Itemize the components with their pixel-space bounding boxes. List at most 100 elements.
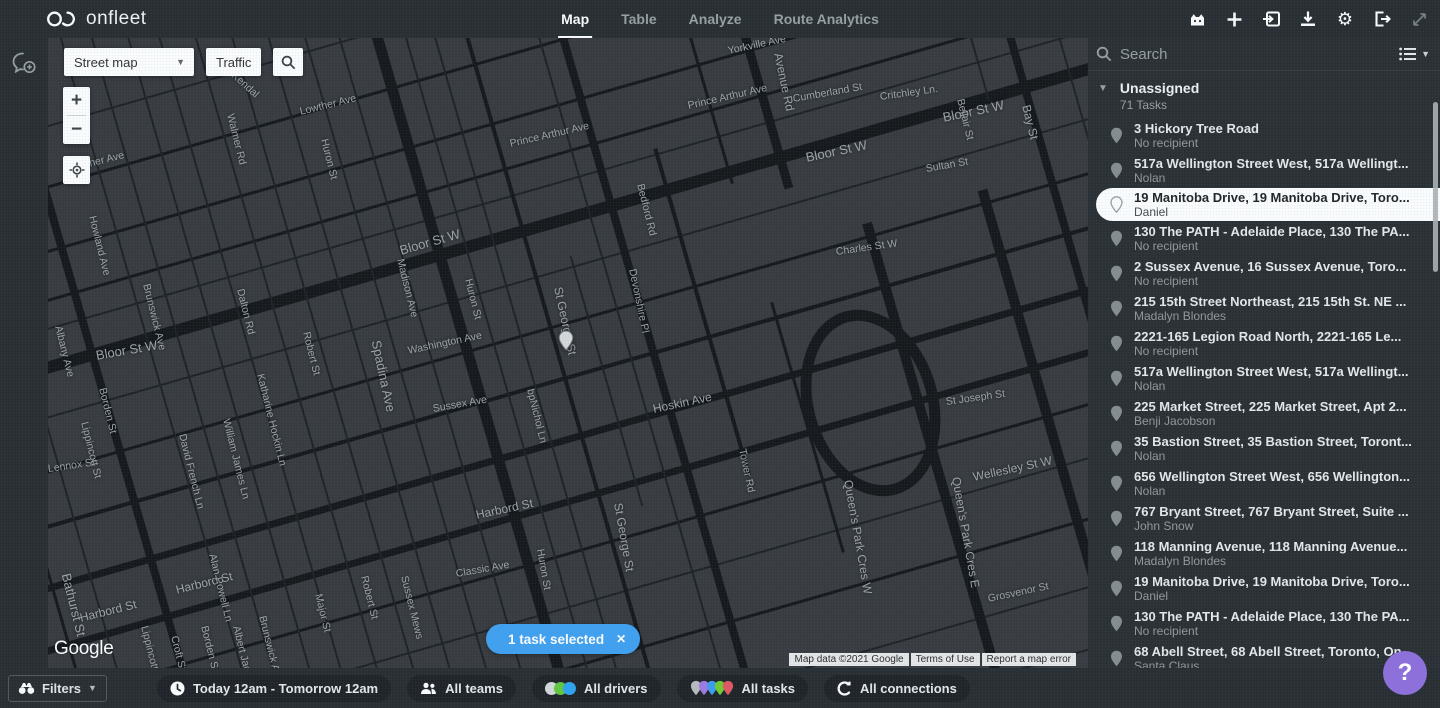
task-row[interactable]: 517a Wellington Street West, 517a Wellin… [1088,153,1440,188]
task-recipient: Benji Jacobson [1134,414,1426,428]
task-recipient: No recipient [1134,136,1426,150]
task-row[interactable]: 225 Market Street, 225 Market Street, Ap… [1088,396,1440,431]
group-name: Unassigned [1120,80,1199,96]
task-pins-icon [690,680,734,696]
task-recipient: No recipient [1134,344,1426,358]
teams-filter[interactable]: All teams [407,675,516,702]
logo-text: onfleet [86,8,147,30]
task-title: 68 Abell Street, 68 Abell Street, Toront… [1134,644,1426,659]
list-view-icon [1399,47,1417,61]
onfleet-logo[interactable]: onfleet [45,8,147,30]
task-pin-icon [1110,440,1123,457]
import-tasks-icon[interactable] [1260,8,1282,30]
report-map-error-link[interactable]: Report a map error [982,653,1076,666]
topbar-actions: ⚙ [1186,0,1430,38]
task-title: 656 Wellington Street West, 656 Wellingt… [1134,469,1426,484]
create-task-icon[interactable] [1223,8,1245,30]
my-location-button[interactable] [63,156,90,184]
settings-icon[interactable]: ⚙ [1334,8,1356,30]
task-row[interactable]: 767 Bryant Street, 767 Bryant Street, Su… [1088,501,1440,536]
task-row[interactable]: 19 Manitoba Drive, 19 Manitoba Drive, To… [1088,571,1440,606]
zoom-in-button[interactable]: + [63,87,90,115]
task-recipient: Daniel [1134,589,1426,603]
task-pin-icon [1110,127,1123,144]
sign-out-icon[interactable] [1371,8,1393,30]
task-title: 2 Sussex Avenue, 16 Sussex Avenue, Toro.… [1134,259,1426,274]
connections-filter[interactable]: All connections [824,675,970,702]
terms-of-use-link[interactable]: Terms of Use [911,653,980,666]
onfleet-infinity-icon [45,10,77,28]
group-count: 71 Tasks [1120,98,1199,112]
search-input[interactable] [1120,46,1391,63]
sidebar-search-row: ▼ [1088,38,1440,71]
tab-analyze[interactable]: Analyze [686,0,745,38]
task-pin-icon [1110,545,1123,562]
tab-table[interactable]: Table [618,0,660,38]
google-logo[interactable]: Google [54,638,113,660]
map-data-credit: Map data ©2021 Google [789,653,908,666]
task-title: 19 Manitoba Drive, 19 Manitoba Drive, To… [1134,190,1426,205]
binoculars-icon [18,682,35,695]
fullscreen-icon[interactable] [1408,8,1430,30]
task-recipient: No recipient [1134,239,1426,253]
teams-icon [420,682,437,695]
help-button[interactable]: ? [1383,651,1427,695]
task-title: 130 The PATH - Adelaide Place, 130 The P… [1134,609,1426,624]
search-icon [1096,46,1112,62]
chevron-down-icon: ▼ [1421,49,1430,59]
list-view-toggle[interactable]: ▼ [1399,47,1430,61]
task-pin-icon [1110,580,1123,597]
sidebar-scrollbar[interactable] [1433,102,1438,272]
task-row[interactable]: 517a Wellington Street West, 517a Wellin… [1088,361,1440,396]
task-recipient: Madalyn Blondes [1134,554,1426,568]
tab-map[interactable]: Map [558,0,592,38]
filters-button[interactable]: Filters ▼ [8,675,107,702]
task-pin-icon [1110,196,1123,213]
task-row[interactable]: 130 The PATH - Adelaide Place, 130 The P… [1088,221,1440,256]
main-tabs: Map Table Analyze Route Analytics [558,0,882,38]
close-icon[interactable]: ✕ [616,632,626,646]
traffic-toggle-button[interactable]: Traffic [206,48,261,76]
new-message-icon[interactable] [11,51,48,81]
task-pin-icon [1110,405,1123,422]
task-pin-icon [1110,650,1123,667]
task-pin-icon [1110,475,1123,492]
task-title: 517a Wellington Street West, 517a Wellin… [1134,364,1426,379]
task-row[interactable]: 118 Manning Avenue, 118 Manning Avenue..… [1088,536,1440,571]
task-pin-icon [1110,265,1123,282]
tab-route-analytics[interactable]: Route Analytics [771,0,882,38]
task-recipient: Nolan [1134,379,1426,393]
task-row[interactable]: 3 Hickory Tree RoadNo recipient [1088,118,1440,153]
map-canvas[interactable]: Lowther AveLowther AveYorkville AvePrinc… [48,38,1088,668]
task-title: 225 Market Street, 225 Market Street, Ap… [1134,399,1426,414]
task-row[interactable]: 656 Wellington Street West, 656 Wellingt… [1088,466,1440,501]
map-layer-controls: Street map ▼ Traffic [64,48,303,76]
task-recipient: John Snow [1134,519,1426,533]
drivers-filter[interactable]: All drivers [532,675,661,702]
task-recipient: No recipient [1134,274,1426,288]
left-rail [0,38,48,668]
top-navigation-bar: onfleet Map Table Analyze Route Analytics ⚙ [0,0,1440,38]
task-row[interactable]: 2221-165 Legion Road North, 2221-165 Le.… [1088,326,1440,361]
collapse-triangle-icon[interactable]: ▼ [1098,83,1108,112]
driver-bird-icon[interactable] [1186,8,1208,30]
task-title: 2221-165 Legion Road North, 2221-165 Le.… [1134,329,1426,344]
task-title: 19 Manitoba Drive, 19 Manitoba Drive, To… [1134,574,1426,589]
map-attribution: Map data ©2021 Google Terms of Use Repor… [789,653,1076,666]
date-range-filter[interactable]: Today 12am - Tomorrow 12am [157,675,391,702]
task-row[interactable]: 19 Manitoba Drive, 19 Manitoba Drive, To… [1096,188,1440,221]
map-search-button[interactable] [273,48,303,76]
task-row[interactable]: 2 Sussex Avenue, 16 Sussex Avenue, Toro.… [1088,256,1440,291]
tasks-selected-text: 1 task selected [508,632,604,647]
task-row[interactable]: 35 Bastion Street, 35 Bastion Street, To… [1088,431,1440,466]
zoom-out-button[interactable]: − [63,116,90,144]
export-tasks-icon[interactable] [1297,8,1319,30]
task-map-marker-pin[interactable] [558,330,574,356]
task-row[interactable]: 215 15th Street Northeast, 215 15th St. … [1088,291,1440,326]
tasks-selected-pill[interactable]: 1 task selected ✕ [486,624,640,654]
tasks-filter[interactable]: All tasks [677,675,808,702]
task-recipient: Nolan [1134,449,1426,463]
task-row[interactable]: 130 The PATH - Adelaide Place, 130 The P… [1088,606,1440,641]
connections-icon [837,681,852,696]
map-type-select[interactable]: Street map ▼ [64,48,194,76]
